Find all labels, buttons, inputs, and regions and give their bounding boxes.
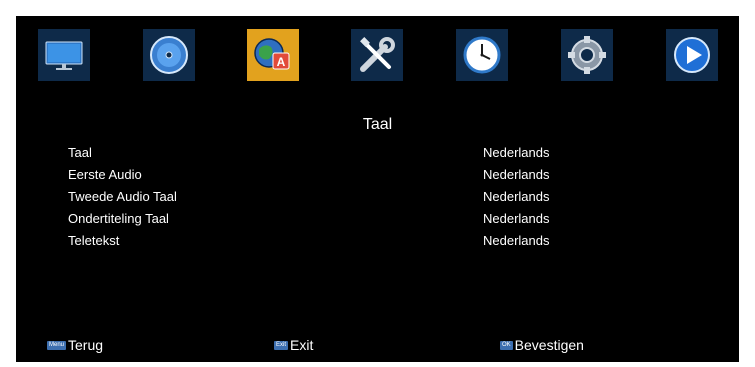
confirm-hint[interactable]: OK Bevestigen	[500, 337, 584, 353]
language-globe-icon: A	[254, 38, 290, 70]
setting-value[interactable]: Nederlands	[483, 189, 550, 204]
clock-icon	[463, 36, 501, 74]
media-menu-tile[interactable]	[666, 29, 718, 81]
setting-row-teletekst[interactable]: Teletekst Nederlands	[16, 231, 739, 251]
setting-value[interactable]: Nederlands	[483, 233, 550, 248]
setting-value[interactable]: Nederlands	[483, 145, 550, 160]
top-icon-menu: A	[16, 16, 739, 106]
setting-label: Ondertiteling Taal	[68, 211, 169, 226]
setting-row-eerste-audio[interactable]: Eerste Audio Nederlands	[16, 165, 739, 185]
setting-row-tweede-audio-taal[interactable]: Tweede Audio Taal Nederlands	[16, 187, 739, 207]
setting-value[interactable]: Nederlands	[483, 167, 550, 182]
back-hint-label: Terug	[68, 337, 104, 353]
settings-menu-tile[interactable]	[561, 29, 613, 81]
svg-text:A: A	[277, 55, 286, 69]
ok-key-icon: OK	[500, 340, 513, 350]
tools-menu-tile[interactable]	[351, 29, 403, 81]
disc-icon	[150, 36, 188, 74]
gear-icon	[568, 36, 606, 74]
confirm-hint-label: Bevestigen	[514, 337, 584, 353]
tools-icon	[360, 37, 395, 72]
language-menu-tile[interactable]: A	[247, 29, 299, 81]
play-icon	[674, 37, 710, 73]
clock-menu-tile[interactable]	[456, 29, 508, 81]
exit-hint[interactable]: Exit Exit	[274, 337, 313, 353]
footer-hint-bar: Menu Terug Exit Exit OK Bevestigen	[16, 334, 739, 358]
exit-hint-label: Exit	[290, 337, 314, 353]
setting-label: Teletekst	[68, 233, 120, 248]
disc-menu-tile[interactable]	[143, 29, 195, 81]
back-hint[interactable]: Menu Terug	[47, 337, 103, 353]
menu-key-icon: Menu	[47, 340, 67, 350]
tv-icon	[45, 41, 83, 70]
setting-label: Taal	[68, 145, 92, 160]
setting-label: Eerste Audio	[68, 167, 142, 182]
page-title: Taal	[362, 116, 393, 133]
setting-row-taal[interactable]: Taal Nederlands	[16, 143, 739, 163]
setting-value[interactable]: Nederlands	[483, 211, 550, 226]
setting-label: Tweede Audio Taal	[68, 189, 177, 204]
exit-key-icon: Exit	[274, 340, 289, 350]
setting-row-ondertiteling-taal[interactable]: Ondertiteling Taal Nederlands	[16, 209, 739, 229]
tv-menu-tile[interactable]	[38, 29, 90, 81]
settings-screen: A Taal Taal Nederlands Eerste Audio Nede…	[16, 16, 739, 362]
